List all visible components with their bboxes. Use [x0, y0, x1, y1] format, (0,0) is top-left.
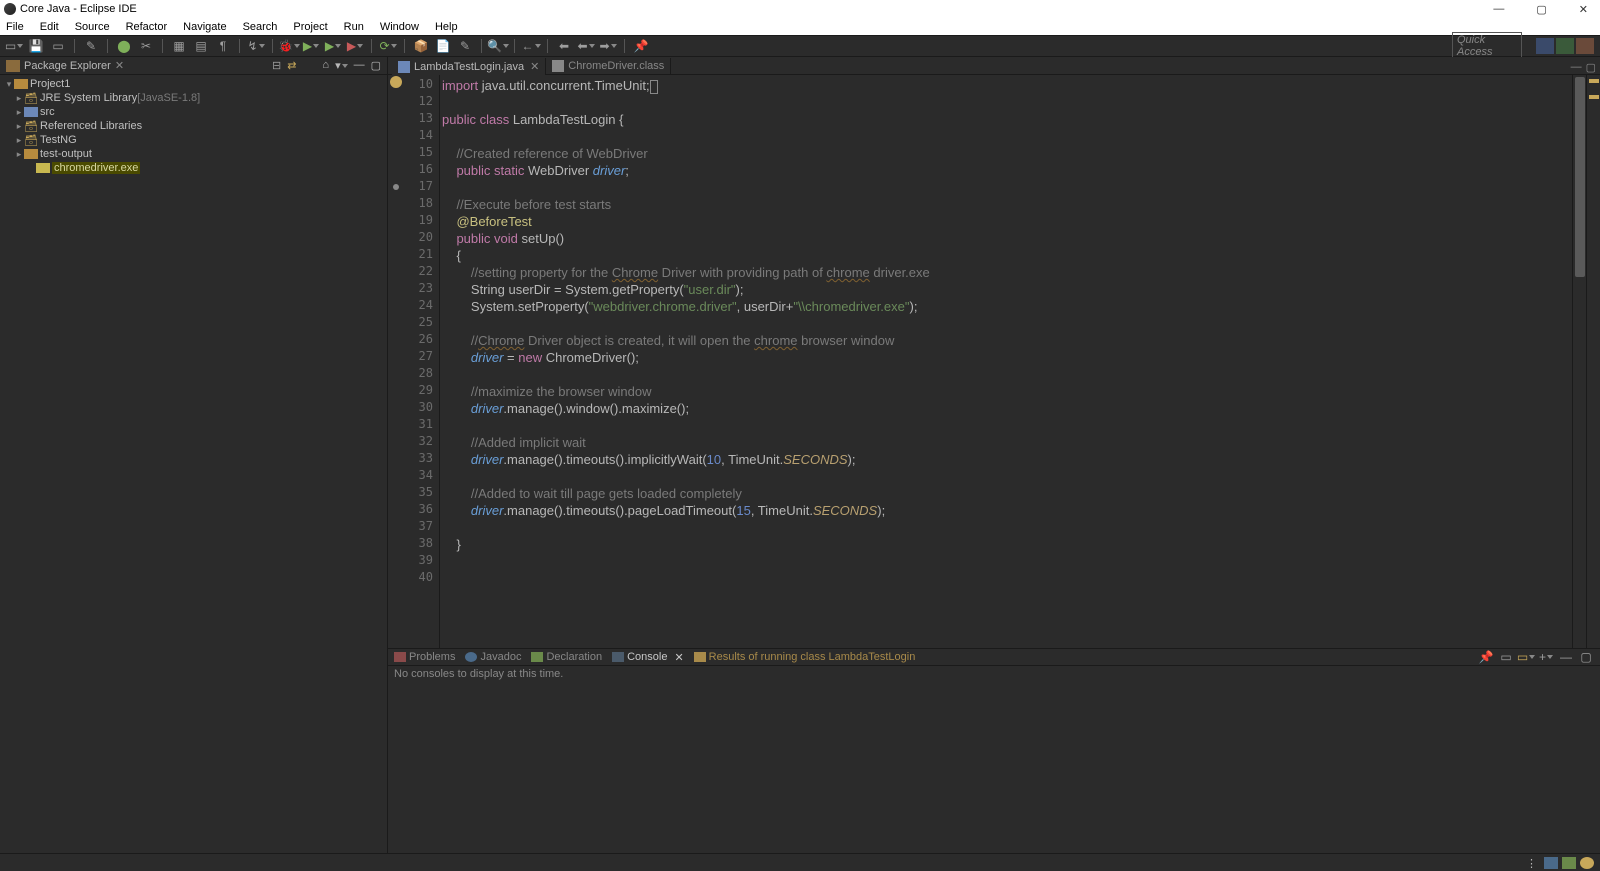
- maximize-editor-icon[interactable]: ▢: [1586, 61, 1596, 74]
- new-icon[interactable]: ▭: [6, 38, 22, 54]
- menu-navigate[interactable]: Navigate: [183, 21, 226, 33]
- forward-icon[interactable]: ➡: [600, 38, 616, 54]
- close-tab-icon[interactable]: ✕: [530, 60, 539, 73]
- editor-tab-active[interactable]: LambdaTestLogin.java ✕: [392, 58, 546, 75]
- window-title: Core Java - Eclipse IDE: [20, 3, 137, 15]
- menu-run[interactable]: Run: [344, 21, 364, 33]
- console-new-icon[interactable]: +: [1538, 649, 1554, 665]
- tree-root[interactable]: ▾ Project1: [0, 77, 387, 91]
- minimize-view-icon[interactable]: —: [354, 59, 365, 72]
- java-file-icon: [398, 61, 410, 73]
- console-pin-icon[interactable]: 📌: [1478, 649, 1494, 665]
- toolbar: ▭ 💾 ▭ ✎ ⬤ ✂ ▦ ▤ ¶ ↯ 🐞 ▶ ▶ ▶ ⟳ 📦 📄 ✎ 🔍 ← …: [0, 35, 1600, 57]
- menu-help[interactable]: Help: [435, 21, 458, 33]
- tab-problems[interactable]: Problems: [394, 651, 455, 663]
- maximize-view-icon[interactable]: ▢: [371, 59, 381, 72]
- save-icon[interactable]: 💾: [28, 38, 44, 54]
- back-history-icon[interactable]: ⬅: [578, 38, 594, 54]
- editor-tab[interactable]: ChromeDriver.class: [546, 58, 671, 74]
- close-view-icon[interactable]: ✕: [115, 59, 124, 72]
- close-tab-icon[interactable]: ✕: [674, 651, 683, 664]
- status-icon[interactable]: [1562, 857, 1576, 869]
- tool-icon[interactable]: ▦: [171, 38, 187, 54]
- ext-tools-icon[interactable]: ▶: [347, 38, 363, 54]
- tool-icon[interactable]: ▤: [193, 38, 209, 54]
- tool-icon[interactable]: ✂: [138, 38, 154, 54]
- console-display-icon[interactable]: ▭: [1498, 649, 1514, 665]
- collapse-all-icon[interactable]: ⊟: [272, 59, 281, 72]
- tab-label: LambdaTestLogin.java: [414, 61, 524, 73]
- console-message: No consoles to display at this time.: [394, 668, 563, 680]
- tool-icon[interactable]: ✎: [83, 38, 99, 54]
- menu-project[interactable]: Project: [293, 21, 327, 33]
- tab-declaration[interactable]: Declaration: [531, 651, 602, 663]
- menu-window[interactable]: Window: [380, 21, 419, 33]
- coverage-icon[interactable]: ▶: [325, 38, 341, 54]
- debug-perspective-button[interactable]: [1576, 38, 1594, 54]
- console-open-icon[interactable]: ▭: [1518, 649, 1534, 665]
- app-icon: [4, 3, 16, 15]
- tree-item[interactable]: chromedriver.exe: [0, 161, 387, 175]
- tree-item[interactable]: ▸🗃Referenced Libraries: [0, 119, 387, 133]
- minimize-editor-icon[interactable]: —: [1571, 61, 1582, 74]
- menu-file[interactable]: File: [6, 21, 24, 33]
- code-editor[interactable]: import java.util.concurrent.TimeUnit; pu…: [440, 75, 1572, 648]
- nav-icon[interactable]: ←: [523, 38, 539, 54]
- tool-icon[interactable]: ¶: [215, 38, 231, 54]
- minimize-console-icon[interactable]: —: [1558, 649, 1574, 665]
- maximize-console-icon[interactable]: ▢: [1578, 649, 1594, 665]
- menu-edit[interactable]: Edit: [40, 21, 59, 33]
- perspective-button[interactable]: [1536, 38, 1554, 54]
- menu-bar: File Edit Source Refactor Navigate Search Proj…: [0, 18, 1600, 35]
- status-icon[interactable]: [1544, 857, 1558, 869]
- tree-item[interactable]: ▸🗃JRE System Library [JavaSE-1.8]: [0, 91, 387, 105]
- class-file-icon: [552, 60, 564, 72]
- tool-icon[interactable]: ✎: [457, 38, 473, 54]
- back-icon[interactable]: ⬅: [556, 38, 572, 54]
- java-perspective-button[interactable]: [1556, 38, 1574, 54]
- quick-access-input[interactable]: Quick Access: [1452, 32, 1522, 60]
- run-icon[interactable]: ▶: [303, 38, 319, 54]
- package-explorer-icon: [6, 60, 20, 72]
- debug-icon[interactable]: ⬤: [116, 38, 132, 54]
- vertical-scrollbar[interactable]: [1572, 75, 1586, 648]
- view-menu-icon[interactable]: ▾: [335, 59, 348, 72]
- tree-item[interactable]: ▸src: [0, 105, 387, 119]
- package-explorer-title: Package Explorer: [24, 60, 111, 72]
- search-icon[interactable]: 🔍: [490, 38, 506, 54]
- tree-label: Project1: [30, 78, 70, 90]
- run-debug-icon[interactable]: 🐞: [281, 38, 297, 54]
- pin-icon[interactable]: 📌: [633, 38, 649, 54]
- tab-label: ChromeDriver.class: [568, 60, 664, 72]
- tool-icon[interactable]: ↯: [248, 38, 264, 54]
- tab-console[interactable]: Console✕: [612, 651, 684, 664]
- overview-ruler[interactable]: [1586, 75, 1600, 648]
- menu-search[interactable]: Search: [243, 21, 278, 33]
- close-button[interactable]: ✕: [1579, 3, 1588, 16]
- focus-icon[interactable]: ⌂: [322, 59, 329, 72]
- maximize-button[interactable]: ▢: [1536, 3, 1546, 16]
- tree-item[interactable]: ▸test-output: [0, 147, 387, 161]
- tree-item[interactable]: ▸🗃TestNG: [0, 133, 387, 147]
- menu-source[interactable]: Source: [75, 21, 110, 33]
- menu-refactor[interactable]: Refactor: [126, 21, 168, 33]
- minimize-button[interactable]: —: [1493, 3, 1504, 16]
- link-editor-icon[interactable]: ⇄: [287, 59, 296, 72]
- new-class-icon[interactable]: 📄: [435, 38, 451, 54]
- tab-results[interactable]: Results of running class LambdaTestLogin: [694, 651, 916, 663]
- save-all-icon[interactable]: ▭: [50, 38, 66, 54]
- build-icon[interactable]: ⟳: [380, 38, 396, 54]
- new-pkg-icon[interactable]: 📦: [413, 38, 429, 54]
- tip-icon[interactable]: [1580, 857, 1594, 869]
- tab-javadoc[interactable]: Javadoc: [465, 651, 521, 663]
